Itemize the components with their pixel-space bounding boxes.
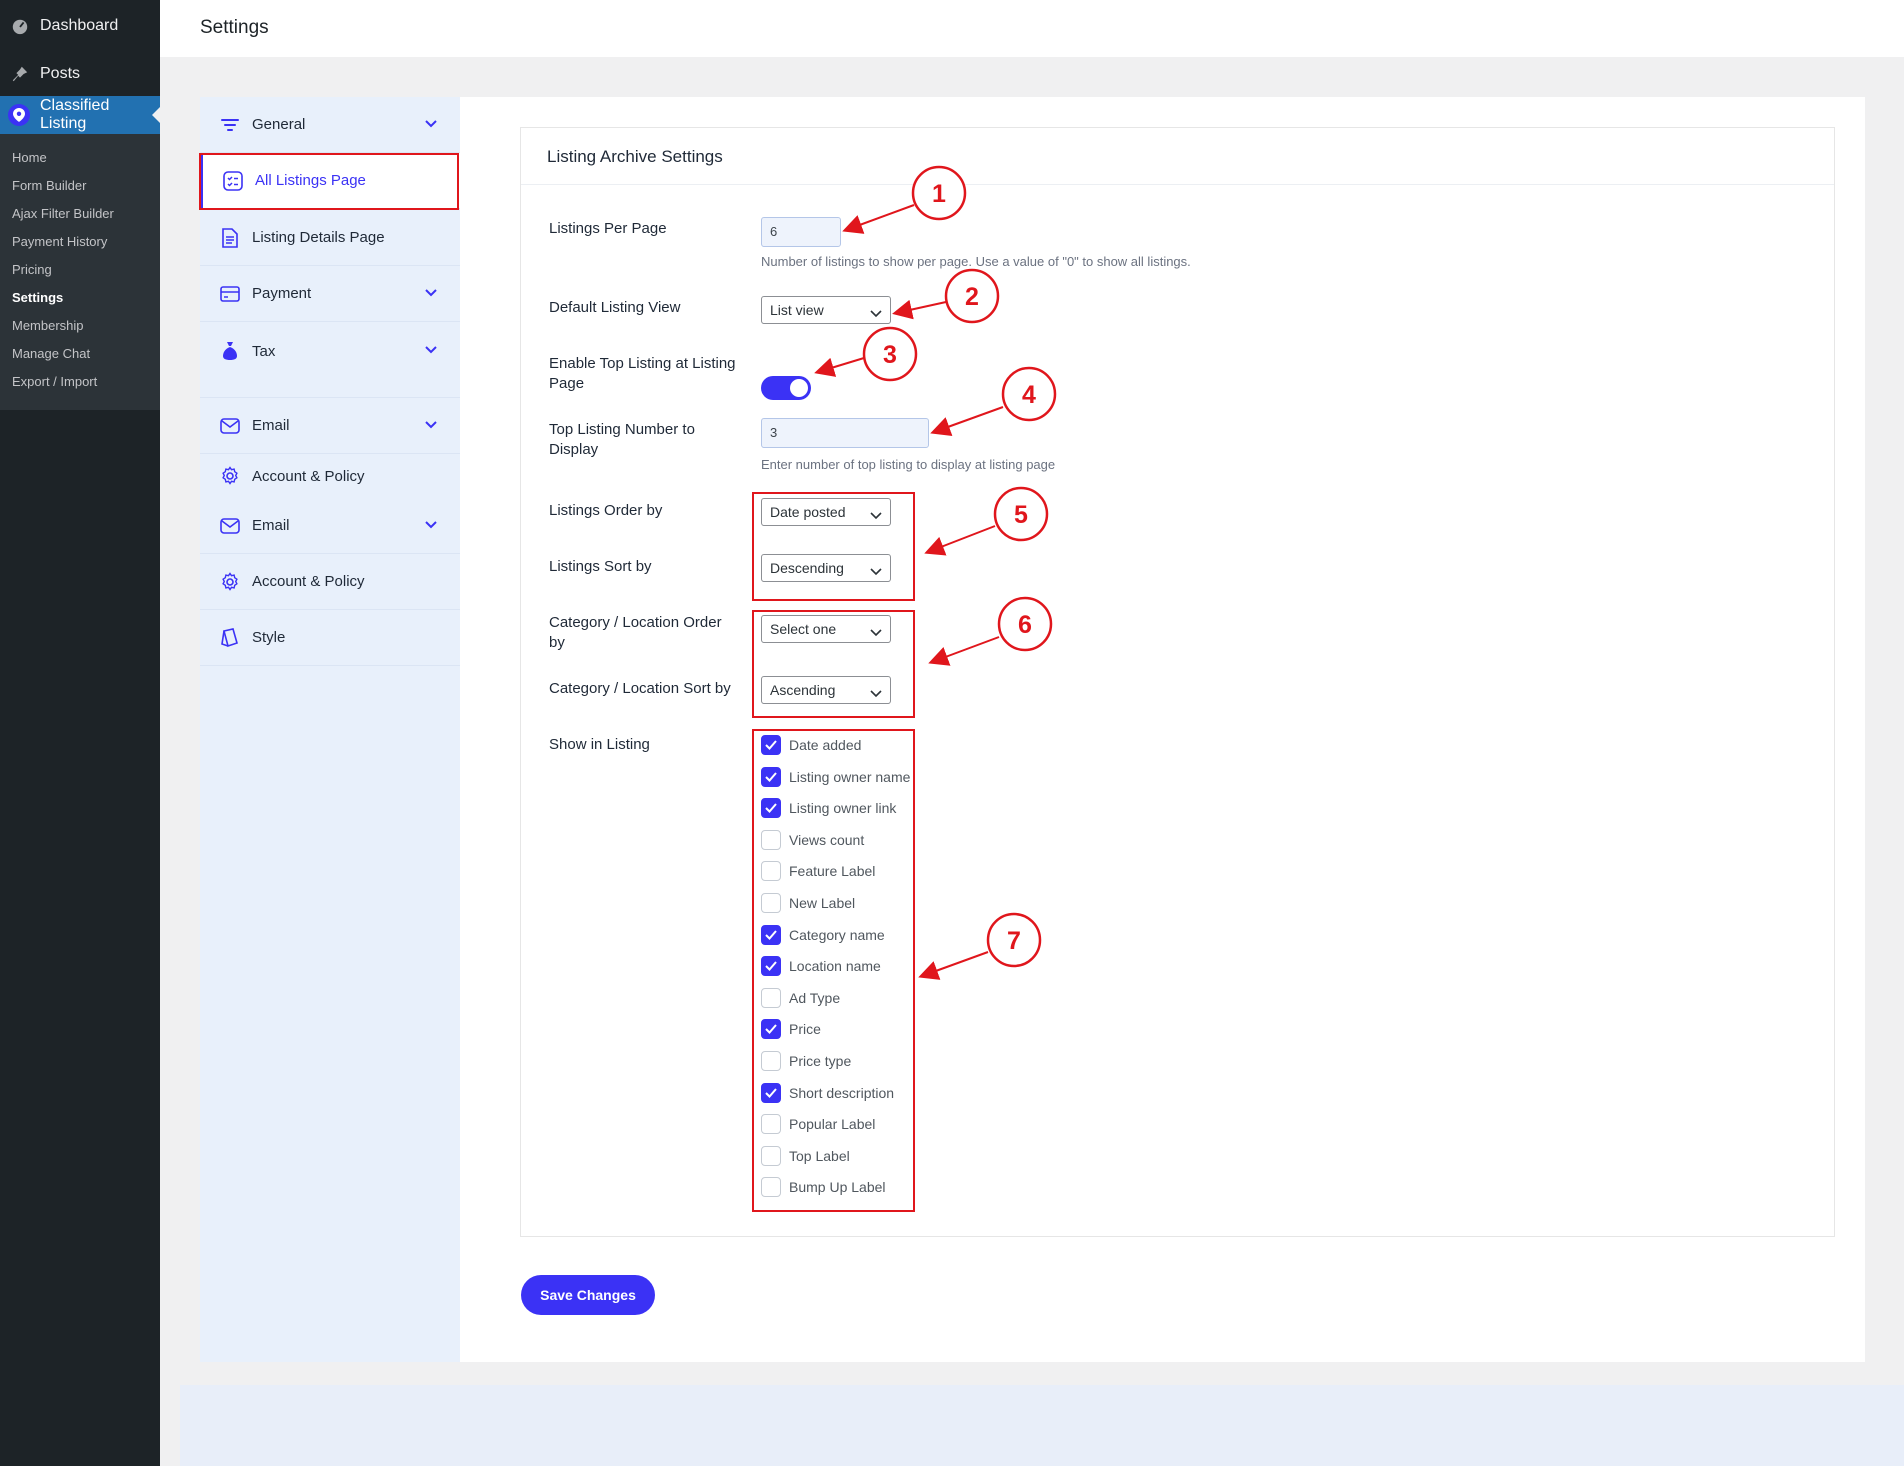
svg-text:6: 6	[1018, 611, 1032, 639]
svg-text:1: 1	[932, 180, 946, 208]
svg-text:7: 7	[1007, 927, 1021, 955]
annotation-5: 5	[924, 486, 1049, 556]
annotation-4: 4	[930, 366, 1057, 436]
svg-text:3: 3	[883, 341, 897, 369]
svg-text:4: 4	[1022, 381, 1036, 409]
annotation-3: 3	[814, 326, 918, 382]
annotation-1: 1	[842, 165, 967, 234]
annotation-7: 7	[918, 912, 1042, 980]
annotation-overlay: 1 2 3 4 5 6 7	[814, 165, 1057, 980]
annotation-2: 2	[892, 268, 1000, 324]
annotation-6: 6	[928, 596, 1053, 666]
svg-text:5: 5	[1014, 501, 1028, 529]
svg-text:2: 2	[965, 283, 979, 311]
